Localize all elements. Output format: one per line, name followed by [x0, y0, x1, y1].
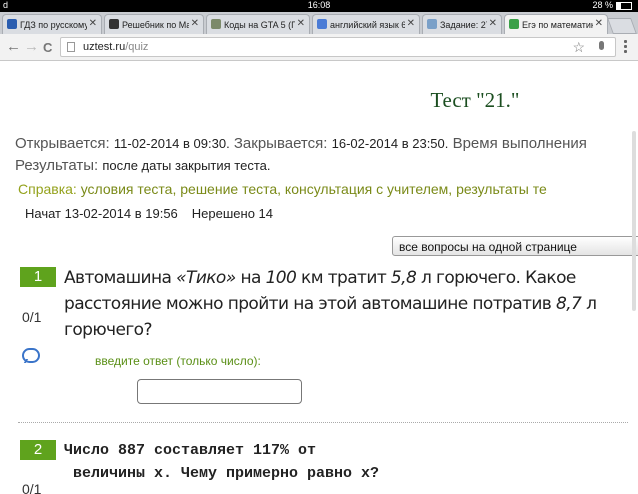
question-score-2: 0/1 — [22, 481, 42, 494]
reload-icon[interactable]: C — [43, 40, 52, 55]
tab-zadanie[interactable]: Задание: 27 - ✕ — [422, 14, 502, 34]
status-bar: d 16:08 28 % — [0, 0, 638, 12]
started-info: Начат 13-02-2014 в 19:56 Нерешено 14 — [25, 206, 273, 221]
forward-icon[interactable]: → — [24, 38, 39, 55]
question-divider — [18, 422, 628, 423]
browser-toolbar: ← → C uztest.ru/quiz ☆ — [0, 34, 638, 61]
tab-ege-math[interactable]: Егэ по математике ✕ — [504, 14, 608, 34]
close-icon[interactable]: ✕ — [89, 18, 97, 29]
unsolved-count: Нерешено 14 — [191, 206, 273, 221]
page-content: Тест "21." Открывается: 11-02-2014 в 09:… — [0, 61, 638, 494]
answer-hint: введите ответ (только число): — [95, 354, 261, 368]
address-bar[interactable]: uztest.ru/quiz ☆ — [60, 37, 616, 57]
battery-icon — [616, 1, 632, 10]
results-info: Результаты: после даты закрытия теста. — [15, 157, 271, 174]
comment-icon[interactable] — [22, 348, 40, 363]
help-links: Справка: условия теста, решение теста, к… — [18, 181, 547, 197]
back-icon[interactable]: ← — [6, 38, 21, 55]
question-number-2: 2 — [20, 440, 56, 460]
close-icon[interactable]: ✕ — [489, 18, 497, 29]
tab-title: Задание: 27 - — [440, 20, 487, 30]
question-number-1: 1 — [20, 267, 56, 287]
tab-reshebnik[interactable]: Решебник по Матем ✕ — [104, 14, 204, 34]
favicon-icon — [211, 19, 221, 29]
favicon-icon — [509, 19, 519, 29]
close-icon[interactable]: ✕ — [407, 18, 415, 29]
favicon-icon — [109, 19, 119, 29]
tab-title: Егэ по математике — [522, 20, 593, 30]
microphone-icon[interactable] — [599, 41, 604, 50]
question-text-1: Автомашина «Тико» на 100 км тратит 5,8 л… — [64, 268, 597, 340]
tab-english[interactable]: английский язык 6 ✕ — [312, 14, 420, 34]
close-icon[interactable]: ✕ — [595, 18, 603, 29]
quiz-dates: Открывается: 11-02-2014 в 09:30. Закрыва… — [15, 135, 587, 152]
favicon-icon — [7, 19, 17, 29]
page-title: Тест "21." — [430, 88, 520, 112]
scrollbar[interactable] — [632, 131, 636, 311]
page-mode-select[interactable]: все вопросы на одной странице — [392, 236, 638, 256]
tab-gdz-russian[interactable]: ГДЗ по русскому яз ✕ — [2, 14, 102, 34]
close-icon[interactable]: ✕ — [297, 18, 305, 29]
bookmark-star-icon[interactable]: ☆ — [572, 39, 585, 56]
tab-title: Коды на GTA 5 (ГТА — [224, 20, 295, 30]
question-text-2: Число 887 составляет 117% от величины x.… — [64, 442, 380, 482]
tab-title: ГДЗ по русскому яз — [20, 20, 87, 30]
new-tab-button[interactable] — [607, 18, 637, 34]
help-link[interactable]: условия теста, решение теста, консультац… — [81, 181, 547, 197]
tab-gta-codes[interactable]: Коды на GTA 5 (ГТА ✕ — [206, 14, 310, 34]
close-icon[interactable]: ✕ — [191, 18, 199, 29]
tab-strip: ГДЗ по русскому яз ✕ Решебник по Матем ✕… — [0, 12, 638, 34]
menu-icon[interactable] — [624, 40, 627, 55]
url-text[interactable]: uztest.ru/quiz — [83, 41, 148, 53]
question-score-1: 0/1 — [22, 309, 42, 325]
answer-input[interactable] — [137, 379, 302, 404]
tab-title: Решебник по Матем — [122, 20, 189, 30]
favicon-icon — [317, 19, 327, 29]
status-time: 16:08 — [307, 0, 331, 10]
status-battery: 28 % — [592, 0, 632, 10]
favicon-icon — [427, 19, 437, 29]
tab-title: английский язык 6 — [330, 20, 405, 30]
page-icon — [67, 42, 75, 52]
